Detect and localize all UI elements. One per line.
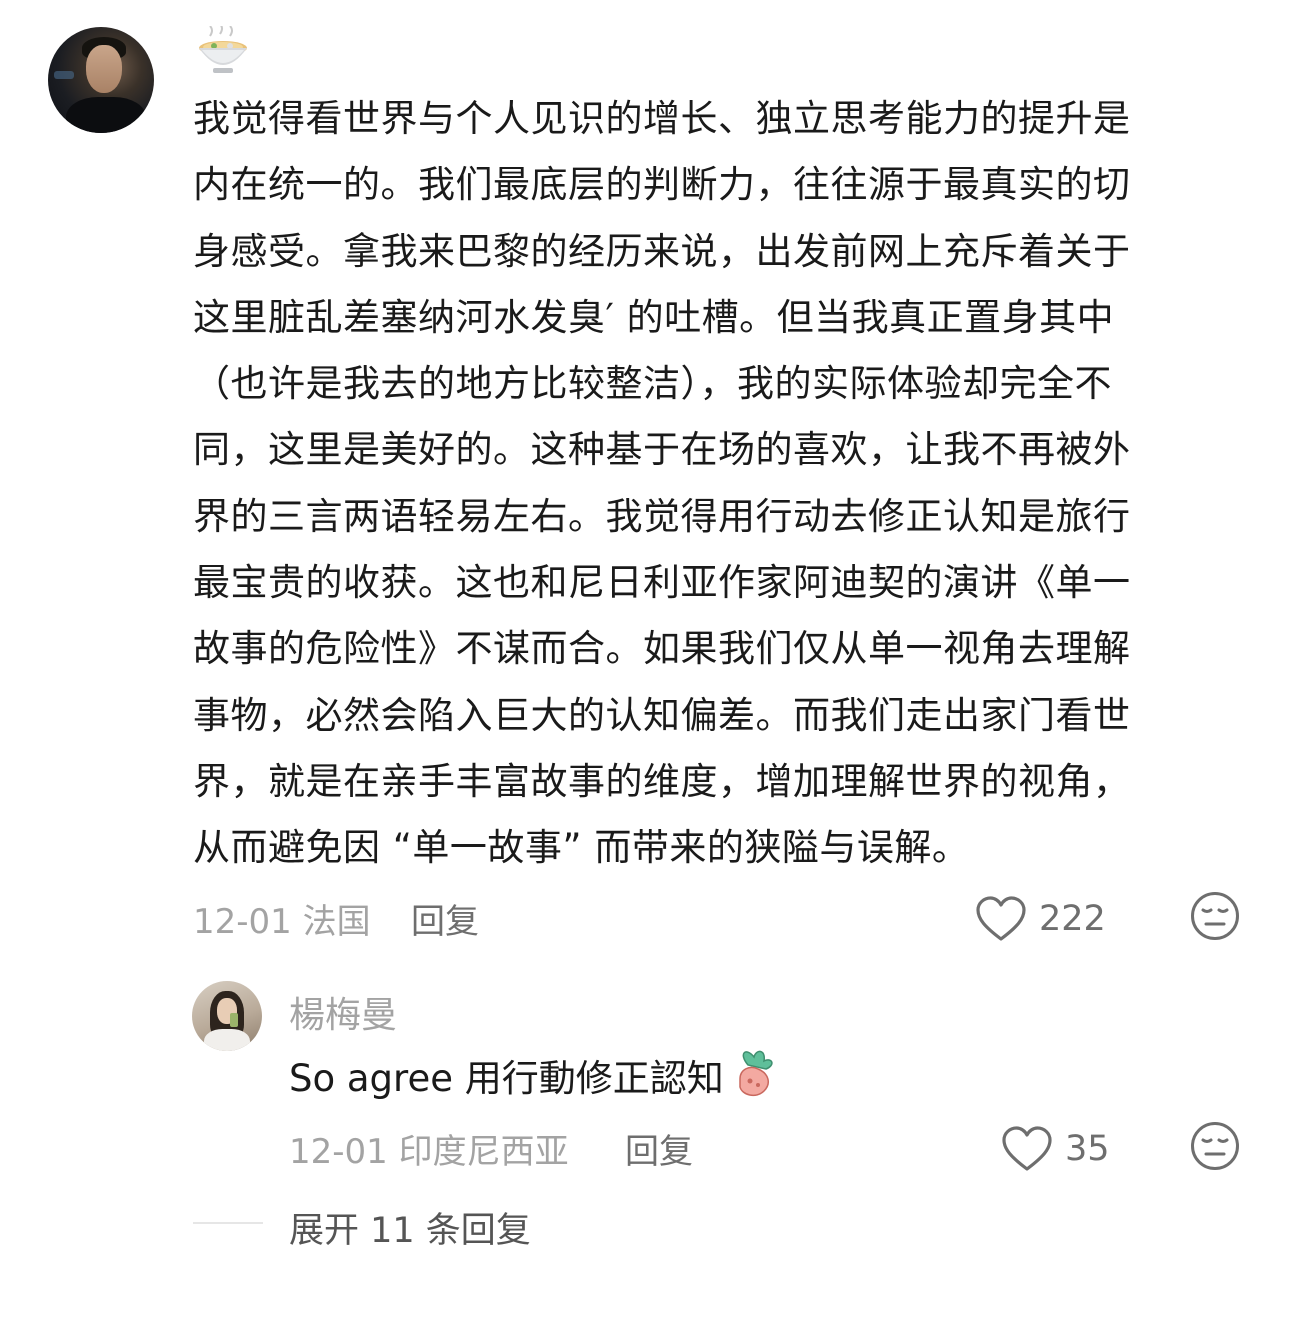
avatar-figure-body — [66, 97, 146, 133]
dislike-face-icon[interactable] — [1189, 1120, 1241, 1172]
heart-icon — [1002, 1126, 1052, 1171]
dislike-face-icon[interactable] — [1189, 890, 1241, 942]
comment-reply-button[interactable]: 回复 — [411, 894, 479, 943]
noodle-bowl-icon — [199, 26, 247, 73]
reply-meta-row: 12-01 印度尼西亚 回复 35 — [289, 1118, 1253, 1178]
avatar-background-light — [54, 71, 74, 79]
comment-text: 我觉得看世界与个人见识的增长、独立思考能力的提升是 内在统一的。我们最底层的判断… — [193, 97, 1131, 870]
reply-avatar[interactable] — [192, 981, 262, 1051]
reply-like-button[interactable]: 35 — [1001, 1122, 1110, 1176]
comment-date-location: 12-01 法国 — [193, 902, 371, 942]
heart-icon — [976, 896, 1026, 941]
reply-date-location: 12-01 印度尼西亚 — [289, 1132, 569, 1172]
comment-like-count: 222 — [1039, 899, 1106, 939]
commenter-avatar[interactable] — [48, 27, 154, 133]
comment-meta-row: 12-01 法国 回复 222 — [193, 888, 1253, 948]
reply-username[interactable]: 楊梅曼 — [289, 986, 397, 1038]
comment-like-button[interactable]: 222 — [975, 892, 1106, 946]
reply-avatar-cup — [230, 1013, 238, 1027]
reply-avatar-shirt — [204, 1029, 250, 1051]
expand-divider — [193, 1222, 263, 1224]
reply-like-count: 35 — [1065, 1129, 1110, 1169]
expand-replies-button[interactable]: 展开 11 条回复 — [289, 1202, 531, 1253]
radish-icon — [738, 1050, 773, 1097]
reply-reply-button[interactable]: 回复 — [625, 1124, 693, 1173]
reply-content: So agree 用行動修正認知 — [289, 1048, 780, 1102]
avatar-figure-face — [86, 45, 122, 93]
reply-text: So agree 用行動修正認知 — [289, 1057, 724, 1100]
